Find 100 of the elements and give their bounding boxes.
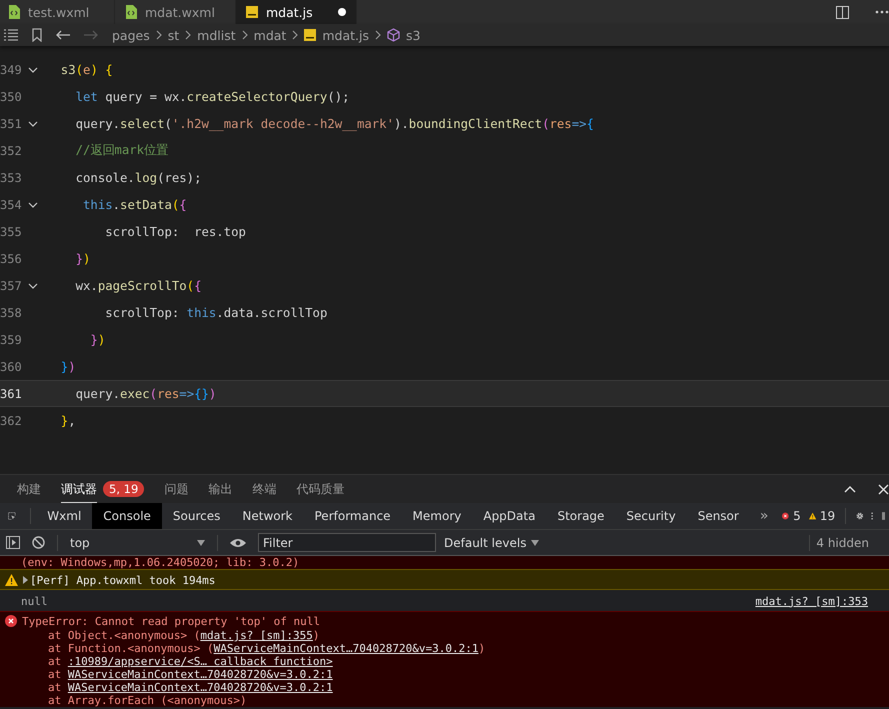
breadcrumb-item[interactable]: mdat.js	[322, 28, 369, 42]
file-icon	[125, 5, 137, 19]
back-arrow-icon[interactable]	[56, 30, 70, 40]
log-levels-dropdown[interactable]: Default levels	[444, 536, 540, 550]
hidden-count: 4 hidden	[816, 536, 869, 550]
fold-chevron-icon[interactable]	[28, 282, 38, 288]
devtools-tab[interactable]: Performance	[304, 503, 402, 529]
fold-chevron-icon[interactable]	[28, 202, 38, 208]
stack-frame-link[interactable]: WAServiceMainContext…704028720&v=3.0.2:1	[214, 642, 478, 655]
devtools-tab[interactable]: Security	[615, 503, 687, 529]
breadcrumb-item[interactable]: pages	[112, 28, 150, 42]
error-icon	[782, 510, 790, 522]
filter-input[interactable]: Filter	[258, 533, 436, 552]
devtools-tab[interactable]: Console	[92, 503, 162, 529]
code-line: })	[89, 332, 106, 346]
devtools-tab[interactable]: Memory	[402, 503, 472, 529]
line-number: 362	[0, 414, 20, 428]
js-file-icon	[304, 29, 316, 41]
close-icon[interactable]	[878, 484, 889, 494]
clear-console-icon[interactable]	[32, 536, 45, 549]
more-icon[interactable]	[875, 10, 889, 14]
breadcrumb-item[interactable]: s3	[406, 28, 420, 42]
chevron-right-icon	[156, 30, 162, 40]
warning-icon	[5, 574, 18, 586]
fold-chevron-icon[interactable]	[28, 120, 38, 126]
dropdown-caret-icon	[531, 540, 540, 546]
devtools-tab[interactable]: Storage	[546, 503, 616, 529]
devtools-tab[interactable]: Sensor	[686, 503, 750, 529]
stack-frame-link[interactable]: WAServiceMainContext…704028720&v=3.0.2:1	[68, 668, 333, 681]
code-line: wx.pageScrollTo({	[74, 278, 202, 292]
expand-triangle-icon[interactable]	[23, 576, 28, 584]
context-select[interactable]: top	[64, 536, 211, 550]
console-message: null	[20, 594, 48, 608]
code-line: s3(e) {	[60, 62, 113, 76]
stack-frame-text: at Function.<anonymous> (	[48, 642, 214, 655]
stack-frame-link[interactable]: :10989/appservice/<S… callback function>	[68, 655, 333, 668]
dock-icon[interactable]	[882, 509, 885, 523]
console-message: [Perf] App.towxml took 194ms	[30, 574, 216, 586]
count-badge: 5, 19	[103, 481, 144, 497]
file-icon	[8, 5, 20, 19]
error-message: TypeError: Cannot read property 'top' of null	[22, 614, 320, 628]
code-line: query.select('.h2w__mark decode--h2w__mark').boundingClientRect(res=>{	[74, 116, 594, 130]
panel-tab[interactable]: 代码质量	[296, 475, 344, 503]
panel-tab[interactable]: 终端	[252, 475, 276, 503]
line-number: 357	[0, 278, 20, 292]
split-editor-icon[interactable]	[836, 6, 849, 18]
devtools-tab[interactable]: Sources	[162, 503, 232, 529]
panel-tab[interactable]: 构建	[17, 475, 41, 503]
more-tabs-button[interactable]: »	[760, 508, 768, 524]
console-message: (env: Windows,mp,1.06.2405020; lib: 3.0.2)	[20, 556, 300, 569]
eye-icon[interactable]	[230, 538, 246, 548]
unsaved-dot-icon	[338, 8, 346, 16]
code-line: let query = wx.createSelectorQuery();	[74, 90, 350, 104]
chevron-right-icon	[185, 30, 192, 40]
code-line: scrollTop: this.data.scrollTop	[104, 306, 328, 320]
warning-icon	[808, 510, 816, 522]
line-number: 360	[0, 360, 20, 374]
devtools-tab[interactable]: Wxml	[36, 503, 92, 529]
dropdown-caret-icon	[197, 540, 205, 546]
file-tab[interactable]: mdat.js	[236, 0, 357, 24]
code-line: //返回mark位置	[74, 142, 168, 159]
panel-tab[interactable]: 问题	[164, 475, 188, 503]
bookmark-icon[interactable]	[32, 28, 42, 42]
breadcrumb-item[interactable]: mdat	[254, 28, 286, 42]
code-line: })	[60, 360, 76, 374]
chevron-right-icon	[242, 30, 248, 40]
stack-frame-text: )	[478, 642, 486, 655]
error-count: 5	[793, 509, 801, 523]
code-line: },	[60, 414, 76, 428]
chevron-up-icon[interactable]	[844, 486, 856, 492]
source-link[interactable]: mdat.js? [sm]:353	[755, 594, 868, 608]
line-number: 353	[0, 170, 20, 184]
code-line: query.exec(res=>{})	[74, 386, 216, 400]
code-line: })	[74, 252, 90, 266]
panel-tab[interactable]: 输出	[208, 475, 232, 503]
line-number: 351	[0, 116, 20, 130]
stack-frame-text: at Object.<anonymous> (	[48, 629, 200, 642]
sidebar-toggle-icon[interactable]	[6, 536, 20, 549]
code-line: console.log(res);	[74, 170, 202, 184]
devtools-tab[interactable]: AppData	[472, 503, 546, 529]
outline-list-icon[interactable]	[4, 29, 18, 41]
fold-chevron-icon[interactable]	[28, 66, 38, 72]
line-number: 350	[0, 90, 20, 104]
line-number: 352	[0, 144, 20, 158]
line-number: 361	[0, 386, 20, 400]
stack-frame-text: at	[48, 655, 62, 668]
stack-frame-text: at	[48, 681, 62, 694]
line-number: 359	[0, 332, 20, 346]
stack-frame-link[interactable]: WAServiceMainContext…704028720&v=3.0.2:1	[68, 681, 333, 694]
breadcrumb-item[interactable]: mdlist	[197, 28, 236, 42]
breadcrumb-item[interactable]: st	[168, 28, 180, 42]
cube-icon	[386, 28, 400, 42]
stack-frame-link[interactable]: mdat.js? [sm]:355	[200, 629, 313, 642]
stack-frame-text: at Array.forEach (<anonymous>)	[48, 694, 247, 707]
stack-frame-text: )	[312, 629, 320, 642]
chevron-right-icon	[292, 30, 298, 40]
line-number: 355	[0, 224, 20, 238]
stack-frame-text: at	[48, 668, 62, 681]
devtools-tab[interactable]: Network	[231, 503, 304, 529]
line-number: 356	[0, 252, 20, 266]
